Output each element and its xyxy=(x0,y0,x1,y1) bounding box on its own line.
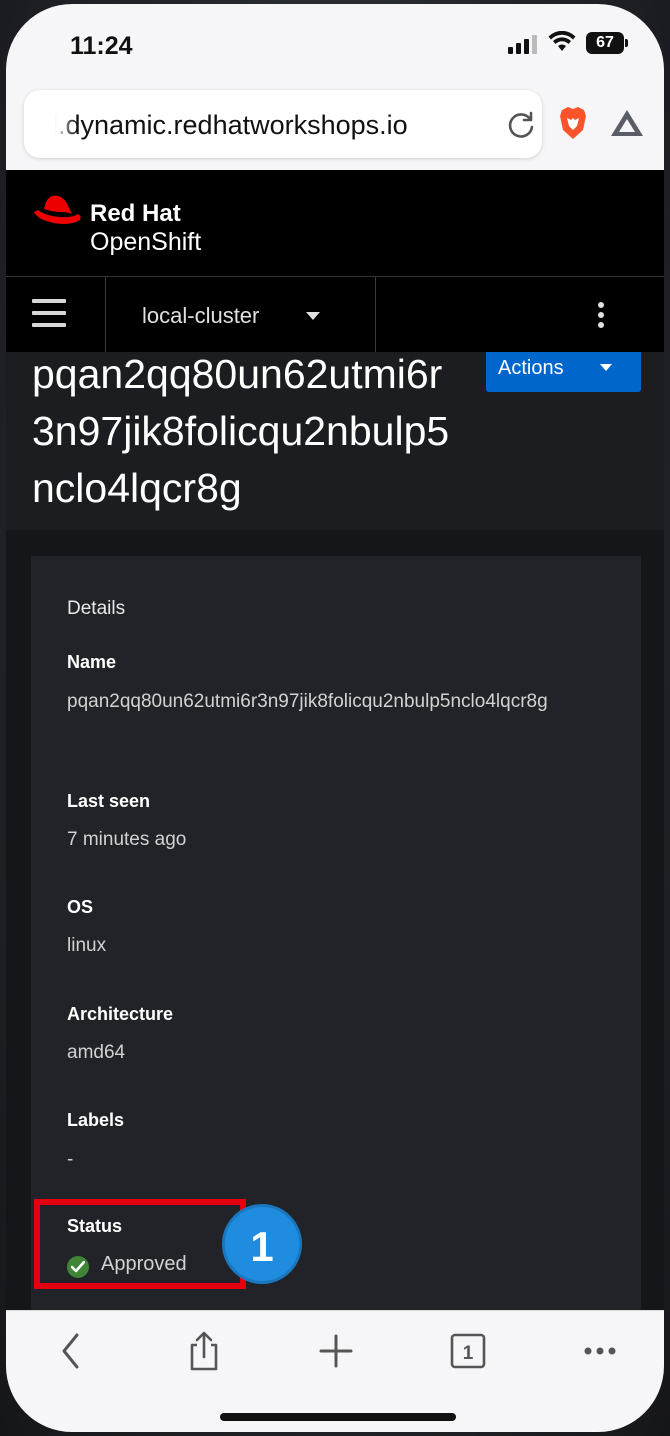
page-title: pqan2qq80un62utmi6r3n97jik8folicqu2nbulp… xyxy=(32,351,450,511)
brave-icon[interactable] xyxy=(558,106,588,140)
os-value: linux xyxy=(67,935,107,956)
hamburger-icon[interactable] xyxy=(32,299,66,329)
more-icon[interactable] xyxy=(580,1331,620,1371)
bat-icon[interactable] xyxy=(610,108,644,138)
reload-icon[interactable] xyxy=(506,110,536,140)
browser-bar: l.dynamic.redhatworkshops.io xyxy=(6,84,664,170)
name-label: Name xyxy=(67,652,117,672)
clock: 11:24 xyxy=(70,32,133,60)
brand-line2: OpenShift xyxy=(90,228,202,256)
wifi-icon xyxy=(548,31,576,51)
labels-value: - xyxy=(67,1149,74,1170)
top-nav: local-cluster xyxy=(6,276,664,353)
status-highlight-box xyxy=(34,1199,246,1289)
url-fade xyxy=(46,104,76,144)
labels-label: Labels xyxy=(67,1110,125,1130)
plus-icon[interactable] xyxy=(316,1331,356,1371)
actions-label: Actions xyxy=(498,357,564,379)
back-icon[interactable] xyxy=(52,1331,92,1371)
caret-down-icon[interactable] xyxy=(306,312,320,320)
architecture-label: Architecture xyxy=(67,1004,174,1024)
address-bar[interactable]: l.dynamic.redhatworkshops.io xyxy=(24,90,542,158)
caret-down-icon xyxy=(600,364,612,371)
svg-text:1: 1 xyxy=(463,1343,474,1364)
url-text: l.dynamic.redhatworkshops.io xyxy=(52,110,408,140)
architecture-value: amd64 xyxy=(67,1042,126,1063)
os-label: OS xyxy=(67,897,94,917)
page-header: pqan2qq80un62utmi6r3n97jik8folicqu2nbulp… xyxy=(6,351,664,530)
cluster-selector[interactable]: local-cluster xyxy=(142,303,259,329)
nav-divider xyxy=(375,277,376,353)
kebab-icon[interactable] xyxy=(598,302,606,330)
redhat-hat-icon[interactable] xyxy=(32,192,84,232)
browser-toolbar: 1 xyxy=(6,1310,664,1432)
last-seen-value: 7 minutes ago xyxy=(67,829,187,850)
nav-divider xyxy=(105,277,106,353)
step-badge: 1 xyxy=(222,1204,302,1284)
tabs-icon[interactable]: 1 xyxy=(448,1331,488,1371)
details-heading: Details xyxy=(67,598,126,619)
name-value: pqan2qq80un62utmi6r3n97jik8folicqu2nbulp… xyxy=(67,691,548,712)
actions-button[interactable]: Actions xyxy=(486,352,641,392)
battery-icon: 67 xyxy=(586,32,628,54)
signal-icon xyxy=(508,35,537,54)
last-seen-label: Last seen xyxy=(67,791,151,811)
openshift-masthead: Red Hat OpenShift xyxy=(6,170,664,276)
home-indicator xyxy=(220,1413,456,1421)
brand-line1: Red Hat xyxy=(90,200,181,227)
share-icon[interactable] xyxy=(184,1331,224,1371)
status-bar: 11:24 67 xyxy=(6,4,664,84)
